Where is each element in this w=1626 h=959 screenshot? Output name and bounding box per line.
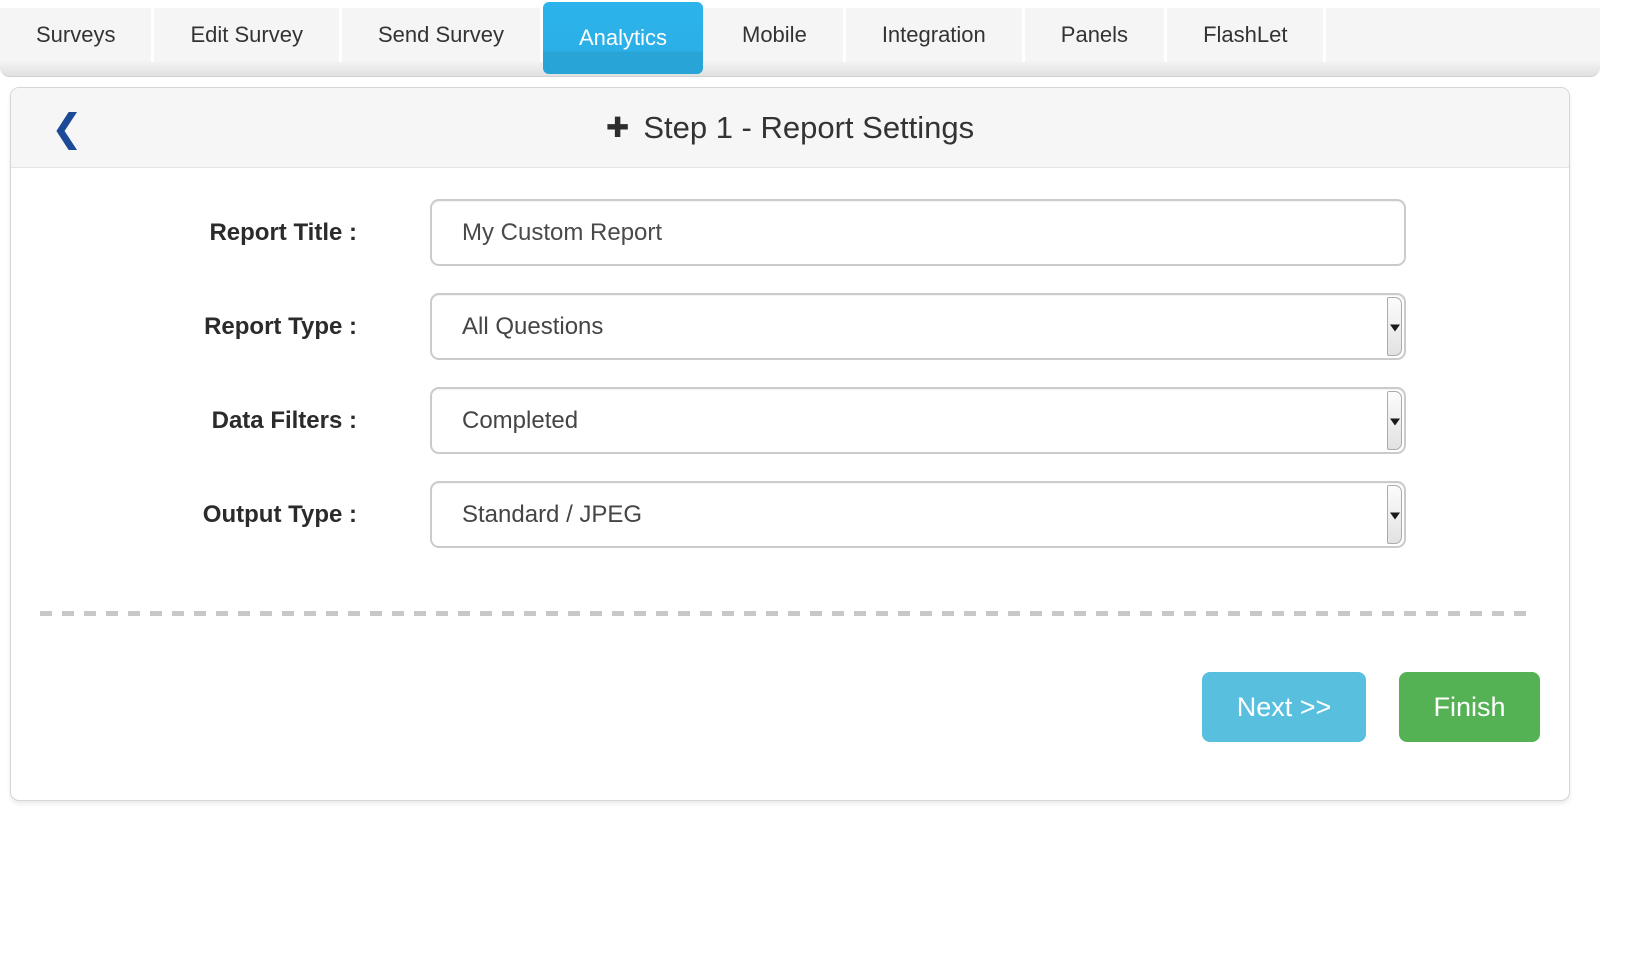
plus-icon: ✚: [606, 111, 629, 144]
report-title-row: Report Title :: [11, 199, 1569, 266]
tab-panels[interactable]: Panels: [1025, 8, 1167, 62]
report-type-label: Report Type :: [11, 313, 357, 341]
tab-integration[interactable]: Integration: [846, 8, 1025, 62]
finish-button[interactable]: Finish: [1399, 672, 1540, 742]
tab-bar: Surveys Edit Survey Send Survey Analytic…: [0, 8, 1600, 77]
tab-list: Surveys Edit Survey Send Survey Analytic…: [0, 8, 1600, 62]
wizard-buttons: Next >> Finish: [11, 672, 1569, 742]
data-filters-value: Completed: [462, 407, 578, 435]
report-settings-form: Report Title : Report Type : All Questio…: [11, 168, 1569, 548]
report-type-value: All Questions: [462, 313, 603, 341]
report-type-select[interactable]: All Questions: [430, 293, 1406, 360]
page-title-text: Step 1 - Report Settings: [643, 110, 974, 145]
chevron-down-icon: [1387, 391, 1402, 450]
output-type-row: Output Type : Standard / JPEG: [11, 481, 1569, 548]
next-button[interactable]: Next >>: [1202, 672, 1366, 742]
output-type-label: Output Type :: [11, 501, 357, 529]
data-filters-row: Data Filters : Completed: [11, 387, 1569, 454]
report-type-row: Report Type : All Questions: [11, 293, 1569, 360]
data-filters-select[interactable]: Completed: [430, 387, 1406, 454]
tab-surveys[interactable]: Surveys: [0, 8, 154, 62]
tab-send-survey[interactable]: Send Survey: [342, 8, 543, 62]
tab-analytics[interactable]: Analytics: [543, 2, 703, 74]
tab-edit-survey[interactable]: Edit Survey: [154, 8, 342, 62]
tab-mobile[interactable]: Mobile: [706, 8, 846, 62]
output-type-value: Standard / JPEG: [462, 501, 642, 529]
report-title-label: Report Title :: [11, 219, 357, 247]
report-settings-card: ❮ ✚Step 1 - Report Settings Report Title…: [10, 87, 1570, 801]
data-filters-label: Data Filters :: [11, 407, 357, 435]
card-header: ❮ ✚Step 1 - Report Settings: [11, 88, 1569, 168]
chevron-down-icon: [1387, 297, 1402, 356]
page-title: ✚ Step 1 - Report Settings: [11, 88, 1569, 168]
report-title-input[interactable]: [430, 199, 1406, 266]
dashed-divider: [40, 611, 1529, 616]
chevron-down-icon: [1387, 485, 1402, 544]
output-type-select[interactable]: Standard / JPEG: [430, 481, 1406, 548]
tab-flashlet[interactable]: FlashLet: [1167, 8, 1326, 62]
